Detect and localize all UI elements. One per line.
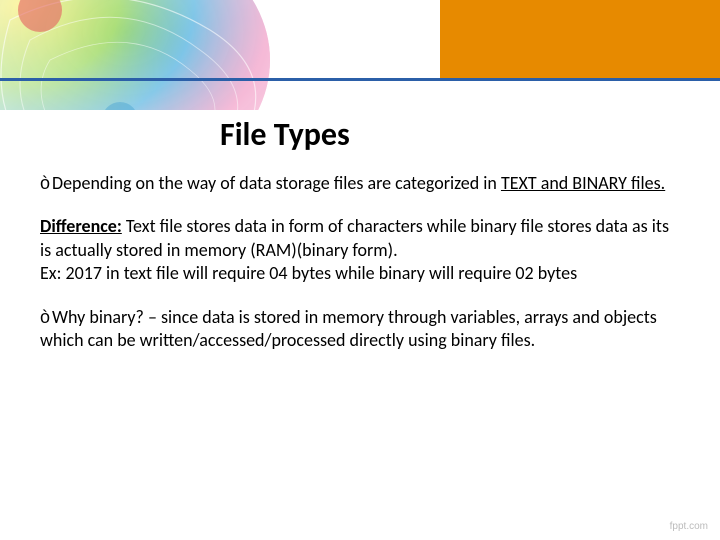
header-accent-block — [440, 0, 720, 78]
paragraph-2: Difference: Text file stores data in for… — [40, 215, 680, 285]
p2-label: Difference: — [40, 215, 122, 237]
down-arrow-icon: ò — [40, 173, 50, 193]
slide-title: File Types — [220, 115, 680, 154]
paragraph-3: òWhy binary? – since data is stored in m… — [40, 306, 680, 353]
p3-text: Why binary? – since data is stored in me… — [40, 306, 657, 351]
paragraph-1: òDepending on the way of data storage fi… — [40, 172, 680, 195]
decorative-swirl — [0, 0, 370, 110]
p1-text-b: TEXT and BINARY files. — [501, 172, 665, 194]
p2-text-c: Ex: 2017 in text file will require 04 by… — [40, 262, 577, 284]
slide-header — [0, 0, 720, 110]
watermark: fppt.com — [670, 521, 708, 532]
p2-text-b: Text file stores data in form of charact… — [40, 215, 669, 260]
down-arrow-icon: ò — [40, 307, 50, 327]
slide-content: File Types òDepending on the way of data… — [40, 115, 680, 372]
p1-text-a: Depending on the way of data storage fil… — [52, 172, 501, 194]
header-underline — [0, 78, 720, 81]
